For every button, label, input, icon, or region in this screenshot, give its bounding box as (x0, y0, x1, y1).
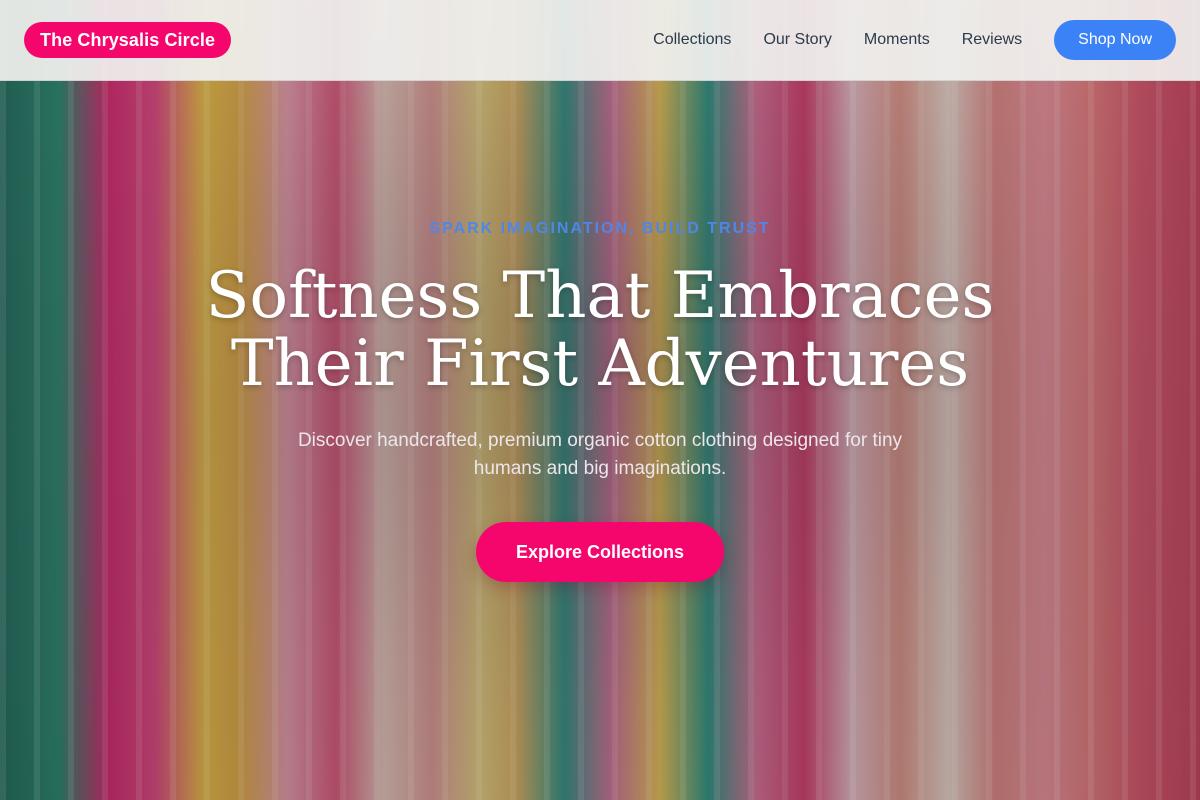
hero-headline: Softness That Embraces Their First Adven… (0, 262, 1200, 398)
site-header: The Chrysalis Circle Collections Our Sto… (0, 0, 1200, 81)
hero-subtext: Discover handcrafted, premium organic co… (297, 430, 903, 479)
landing-page: The Chrysalis Circle Collections Our Sto… (0, 0, 1200, 800)
hero-headline-line-2: Their First Adventures (230, 327, 970, 401)
hero-headline-line-1: Softness That Embraces (205, 259, 995, 333)
hero-section: SPARK IMAGINATION, BUILD TRUST Softness … (0, 0, 1200, 800)
shop-now-button[interactable]: Shop Now (1054, 20, 1176, 60)
hero-eyebrow: SPARK IMAGINATION, BUILD TRUST (429, 220, 771, 237)
nav-link-our-story[interactable]: Our Story (763, 30, 831, 50)
nav-link-collections[interactable]: Collections (653, 30, 731, 50)
nav-link-moments[interactable]: Moments (864, 30, 930, 50)
main-nav: Collections Our Story Moments Reviews Sh… (653, 20, 1176, 60)
explore-collections-button[interactable]: Explore Collections (476, 522, 724, 582)
brand-logo[interactable]: The Chrysalis Circle (24, 22, 232, 58)
nav-link-reviews[interactable]: Reviews (962, 30, 1022, 50)
